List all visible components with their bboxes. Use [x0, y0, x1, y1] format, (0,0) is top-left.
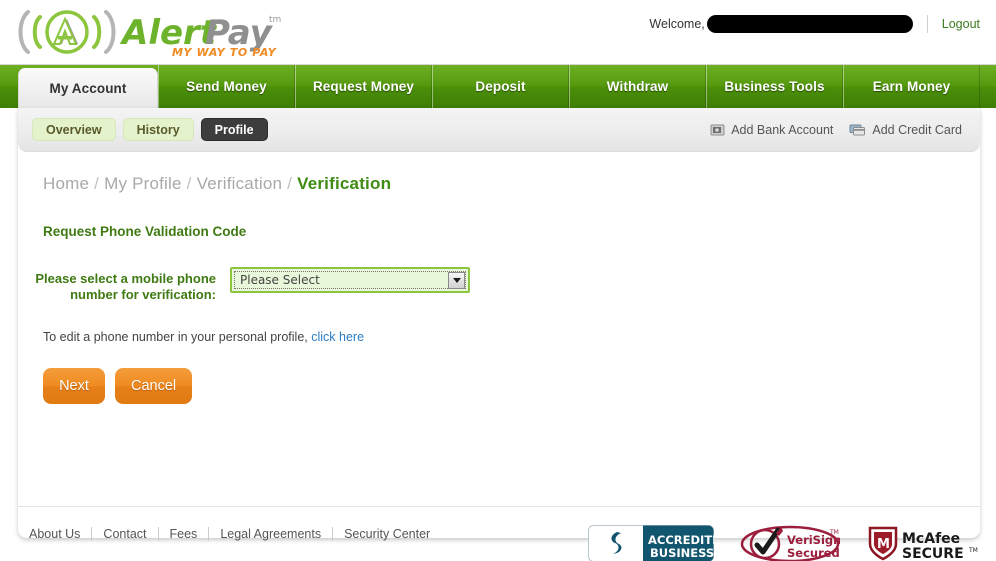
footer-link-security-center[interactable]: Security Center — [344, 527, 430, 541]
footer-divider — [157, 527, 159, 541]
page-root: Alert Pay tm MY WAY TO PAY Welcome, Logo… — [0, 0, 996, 561]
site-header: Alert Pay tm MY WAY TO PAY Welcome, Logo… — [0, 0, 996, 64]
nav-tab-deposit[interactable]: Deposit — [432, 65, 569, 108]
breadcrumb-separator: / — [287, 174, 293, 193]
footer-divider — [208, 527, 210, 541]
username-redacted — [706, 15, 913, 33]
welcome-area: Welcome, Logout — [649, 13, 980, 35]
svg-text:MY WAY TO PAY: MY WAY TO PAY — [172, 46, 277, 58]
bbb-accredited-business-badge[interactable]: ACCREDITED BUSINESS — [588, 524, 730, 561]
phone-select-row: Please select a mobile phone number for … — [32, 267, 966, 302]
mobile-phone-select[interactable]: Please Select — [230, 267, 470, 293]
breadcrumb-item-home[interactable]: Home — [43, 174, 89, 193]
footer-links: About Us Contact Fees Legal Agreements S… — [18, 527, 430, 541]
sub-navigation: Overview History Profile Add Bank Accoun… — [18, 108, 980, 152]
verisign-secured-badge[interactable]: VeriSign Secured TM — [740, 525, 841, 561]
nav-tab-earn-money[interactable]: Earn Money — [843, 65, 980, 108]
footer-link-legal-agreements[interactable]: Legal Agreements — [220, 527, 321, 541]
nav-tab-business-tools[interactable]: Business Tools — [706, 65, 843, 108]
nav-tab-withdraw[interactable]: Withdraw — [569, 65, 706, 108]
subnav-item-profile[interactable]: Profile — [200, 118, 268, 141]
phone-select-field: Please Select — [230, 267, 470, 293]
add-bank-account-label: Add Bank Account — [731, 122, 834, 137]
mcafee-secure-badge[interactable]: M McAfee SECURE TM — [866, 525, 978, 561]
mobile-phone-select-value: Please Select — [240, 273, 320, 287]
footer-divider — [91, 527, 93, 541]
page-body: Home / My Profile / Verification / Verificatio… — [18, 152, 980, 404]
main-navigation: My Account Send Money Request Money Depo… — [0, 64, 996, 108]
next-button[interactable]: Next — [43, 368, 105, 404]
alertpay-logo[interactable]: Alert Pay tm MY WAY TO PAY — [14, 6, 284, 58]
breadcrumb-item-my-profile[interactable]: My Profile — [104, 174, 182, 193]
footer-link-about-us[interactable]: About Us — [29, 527, 80, 541]
svg-text:BUSINESS: BUSINESS — [650, 546, 714, 560]
edit-phone-hint-text: To edit a phone number in your personal … — [43, 330, 308, 344]
bank-icon — [710, 123, 725, 137]
subnav-item-history[interactable]: History — [122, 118, 194, 141]
add-credit-card-label: Add Credit Card — [872, 122, 962, 137]
breadcrumb-item-verification[interactable]: Verification — [197, 174, 283, 193]
footer-link-fees[interactable]: Fees — [170, 527, 198, 541]
footer-link-contact[interactable]: Contact — [103, 527, 146, 541]
svg-text:tm: tm — [269, 15, 281, 25]
add-credit-card-link[interactable]: Add Credit Card — [849, 123, 962, 137]
header-divider — [926, 15, 928, 33]
welcome-label: Welcome, — [649, 17, 705, 31]
svg-text:ACCREDITED: ACCREDITED — [648, 533, 714, 547]
subnav-item-overview[interactable]: Overview — [32, 118, 116, 141]
add-bank-account-link[interactable]: Add Bank Account — [710, 123, 833, 137]
trust-badges: ACCREDITED BUSINESS VeriSign Secured TM — [588, 507, 980, 561]
phone-select-label: Please select a mobile phone number for … — [35, 271, 216, 302]
credit-card-icon — [849, 123, 866, 137]
form-actions: Next Cancel — [43, 368, 966, 404]
footer-divider — [332, 527, 334, 541]
svg-text:Secured: Secured — [787, 546, 840, 560]
nav-tab-request-money[interactable]: Request Money — [295, 65, 432, 108]
logout-link[interactable]: Logout — [942, 17, 980, 31]
edit-phone-link[interactable]: click here — [311, 330, 364, 344]
svg-text:SECURE: SECURE — [902, 546, 964, 561]
edit-phone-hint: To edit a phone number in your personal … — [43, 330, 966, 344]
subnav-actions: Add Bank Account Add Credit Card — [710, 123, 966, 137]
site-footer: About Us Contact Fees Legal Agreements S… — [18, 506, 980, 561]
nav-tab-send-money[interactable]: Send Money — [158, 65, 295, 108]
content-card: Overview History Profile Add Bank Accoun… — [18, 108, 980, 538]
breadcrumb-current: Verification — [297, 174, 392, 193]
svg-text:McAfee: McAfee — [902, 531, 960, 547]
chevron-down-icon[interactable] — [448, 272, 465, 289]
breadcrumb: Home / My Profile / Verification / Verificatio… — [32, 152, 966, 194]
nav-tab-my-account[interactable]: My Account — [18, 68, 158, 108]
svg-text:TM: TM — [968, 547, 978, 554]
cancel-button[interactable]: Cancel — [115, 368, 193, 404]
breadcrumb-separator: / — [94, 174, 100, 193]
svg-text:TM: TM — [829, 529, 839, 536]
page-title: Request Phone Validation Code — [43, 224, 247, 239]
svg-text:M: M — [877, 537, 890, 552]
breadcrumb-separator: / — [186, 174, 192, 193]
